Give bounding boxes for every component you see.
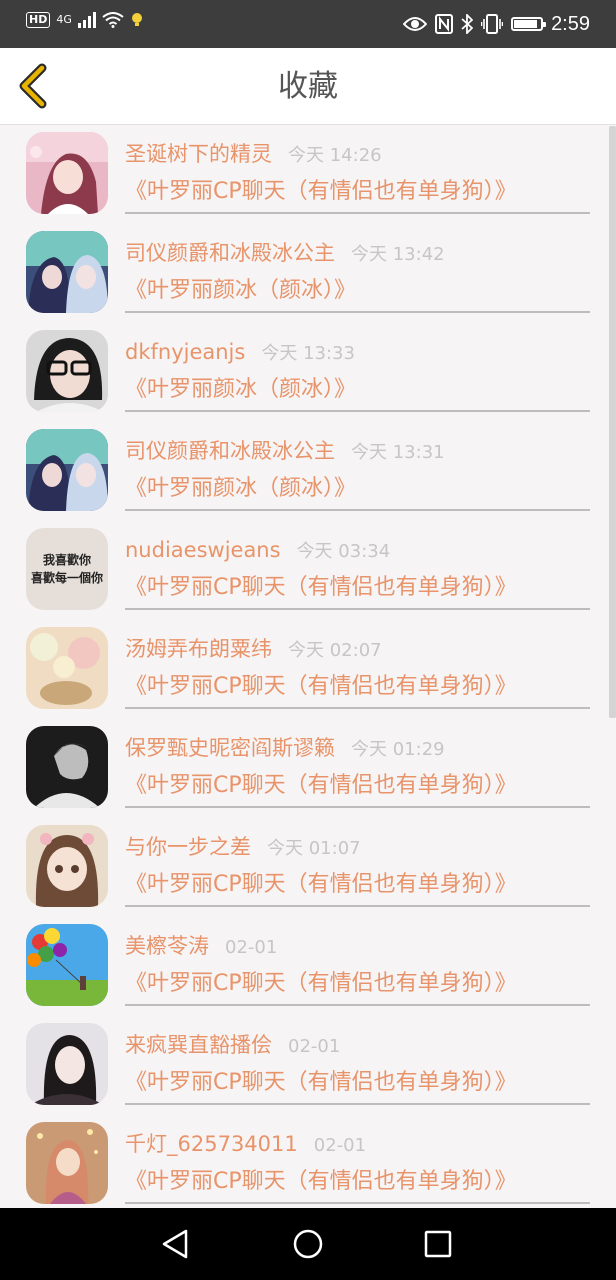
list-item[interactable]: 汤姆弄布朗粟纬 今天 02:07 《叶罗丽CP聊天（有情侣也有单身狗）》 <box>0 619 604 718</box>
status-left: HD 4G <box>26 12 144 28</box>
item-time: 今天 02:07 <box>288 640 382 661</box>
item-name: nudiaeswjeans 今天 03:34 <box>125 536 390 566</box>
battery-icon <box>511 17 547 31</box>
item-name: 汤姆弄布朗粟纬 今天 02:07 <box>125 635 382 665</box>
avatar[interactable] <box>26 1122 108 1204</box>
item-topic[interactable]: 《叶罗丽CP聊天（有情侣也有单身狗）》 <box>125 771 517 801</box>
bluetooth-icon <box>461 14 474 34</box>
scrollbar[interactable] <box>609 126 616 718</box>
item-time: 今天 13:33 <box>261 343 355 364</box>
item-name: dkfnyjeanjs 今天 13:33 <box>125 338 355 368</box>
network-type-label: 4G <box>56 13 72 26</box>
app-header: 收藏 <box>0 48 616 125</box>
item-time: 今天 14:26 <box>288 145 382 166</box>
item-topic[interactable]: 《叶罗丽CP聊天（有情侣也有单身狗）》 <box>125 177 517 207</box>
avatar[interactable] <box>26 429 108 511</box>
item-time: 02-01 <box>313 1135 367 1156</box>
item-topic[interactable]: 《叶罗丽CP聊天（有情侣也有单身狗）》 <box>125 573 517 603</box>
avatar[interactable] <box>26 1023 108 1105</box>
item-time: 今天 01:07 <box>267 838 361 859</box>
item-time: 02-01 <box>225 937 278 958</box>
home-circle-icon <box>293 1229 323 1259</box>
divider <box>125 1202 590 1204</box>
nfc-icon <box>435 14 454 34</box>
item-time: 今天 13:31 <box>351 442 445 463</box>
item-name: 与你一步之差 今天 01:07 <box>125 833 361 863</box>
divider <box>125 905 590 907</box>
eye-icon <box>403 17 428 31</box>
divider <box>125 806 590 808</box>
hd-icon: HD <box>26 12 51 28</box>
avatar[interactable] <box>26 330 108 412</box>
back-triangle-icon <box>162 1229 188 1259</box>
item-topic[interactable]: 《叶罗丽CP聊天（有情侣也有单身狗）》 <box>125 969 517 999</box>
avatar-text: 我喜歡你 喜歡每一個你 <box>30 553 103 585</box>
nav-recents-button[interactable] <box>418 1224 458 1264</box>
list-item[interactable]: 千灯_625734011 02-01 《叶罗丽CP聊天（有情侣也有单身狗）》 <box>0 1114 604 1208</box>
list-item[interactable]: dkfnyjeanjs 今天 13:33 《叶罗丽颜冰（颜冰）》 <box>0 322 604 421</box>
divider <box>125 1004 590 1006</box>
item-name: 圣诞树下的精灵 今天 14:26 <box>125 140 382 170</box>
list-item[interactable]: 我喜歡你 喜歡每一個你 nudiaeswjeans 今天 03:34 《叶罗丽CP… <box>0 520 604 619</box>
item-topic[interactable]: 《叶罗丽颜冰（颜冰）》 <box>125 276 356 306</box>
list-item[interactable]: 与你一步之差 今天 01:07 《叶罗丽CP聊天（有情侣也有单身狗）》 <box>0 817 604 916</box>
item-topic[interactable]: 《叶罗丽CP聊天（有情侣也有单身狗）》 <box>125 672 517 702</box>
avatar[interactable] <box>26 627 108 709</box>
list-item[interactable]: 司仪颜爵和冰殿冰公主 今天 13:42 《叶罗丽颜冰（颜冰）》 <box>0 223 604 322</box>
item-topic[interactable]: 《叶罗丽CP聊天（有情侣也有单身狗）》 <box>125 1068 517 1098</box>
item-time: 02-01 <box>288 1036 341 1057</box>
item-name: 来疯巽直豁播侩 02-01 <box>125 1031 340 1061</box>
divider <box>125 509 590 511</box>
divider <box>125 212 590 214</box>
system-nav-bar <box>0 1208 616 1280</box>
signal-icon <box>77 12 96 28</box>
favorites-list[interactable]: 圣诞树下的精灵 今天 14:26 《叶罗丽CP聊天（有情侣也有单身狗）》 司仪颜爵… <box>0 124 616 1208</box>
avatar[interactable] <box>26 924 108 1006</box>
item-time: 今天 01:29 <box>351 739 445 760</box>
divider <box>125 1103 590 1105</box>
avatar[interactable]: 我喜歡你 喜歡每一個你 <box>26 528 108 610</box>
avatar[interactable] <box>26 132 108 214</box>
item-time: 今天 13:42 <box>351 244 445 265</box>
vibrate-icon <box>481 14 504 34</box>
divider <box>125 311 590 313</box>
recents-square-icon <box>424 1230 452 1258</box>
list-item[interactable]: 司仪颜爵和冰殿冰公主 今天 13:31 《叶罗丽颜冰（颜冰）》 <box>0 421 604 520</box>
avatar[interactable] <box>26 231 108 313</box>
item-name: 司仪颜爵和冰殿冰公主 今天 13:31 <box>125 437 445 467</box>
item-name: 千灯_625734011 02-01 <box>125 1130 366 1160</box>
list-item[interactable]: 保罗甄史昵密阎斯谬籁 今天 01:29 《叶罗丽CP聊天（有情侣也有单身狗）》 <box>0 718 604 817</box>
item-name: 司仪颜爵和冰殿冰公主 今天 13:42 <box>125 239 445 269</box>
divider <box>125 707 590 709</box>
item-time: 今天 03:34 <box>296 541 391 562</box>
list-item[interactable]: 来疯巽直豁播侩 02-01 《叶罗丽CP聊天（有情侣也有单身狗）》 <box>0 1015 604 1114</box>
clock: 2:59 <box>551 13 590 35</box>
wifi-icon <box>102 12 124 28</box>
page-title: 收藏 <box>278 69 338 104</box>
item-topic[interactable]: 《叶罗丽颜冰（颜冰）》 <box>125 375 356 405</box>
list-item[interactable]: 圣诞树下的精灵 今天 14:26 《叶罗丽CP聊天（有情侣也有单身狗）》 <box>0 124 604 223</box>
item-topic[interactable]: 《叶罗丽CP聊天（有情侣也有单身狗）》 <box>125 1167 517 1197</box>
status-bar: HD 4G 2:59 <box>0 0 616 48</box>
avatar[interactable] <box>26 825 108 907</box>
status-right: 2:59 <box>403 10 590 38</box>
nav-back-button[interactable] <box>156 1224 196 1264</box>
avatar[interactable] <box>26 726 108 808</box>
notification-icon <box>131 13 142 26</box>
item-name: 保罗甄史昵密阎斯谬籁 今天 01:29 <box>125 734 445 764</box>
divider <box>125 410 590 412</box>
list-item[interactable]: 美檫苓涛 02-01 《叶罗丽CP聊天（有情侣也有单身狗）》 <box>0 916 604 1015</box>
nav-home-button[interactable] <box>288 1224 328 1264</box>
item-name: 美檫苓涛 02-01 <box>125 932 277 962</box>
item-topic[interactable]: 《叶罗丽颜冰（颜冰）》 <box>125 474 356 504</box>
divider <box>125 608 590 610</box>
item-topic[interactable]: 《叶罗丽CP聊天（有情侣也有单身狗）》 <box>125 870 517 900</box>
